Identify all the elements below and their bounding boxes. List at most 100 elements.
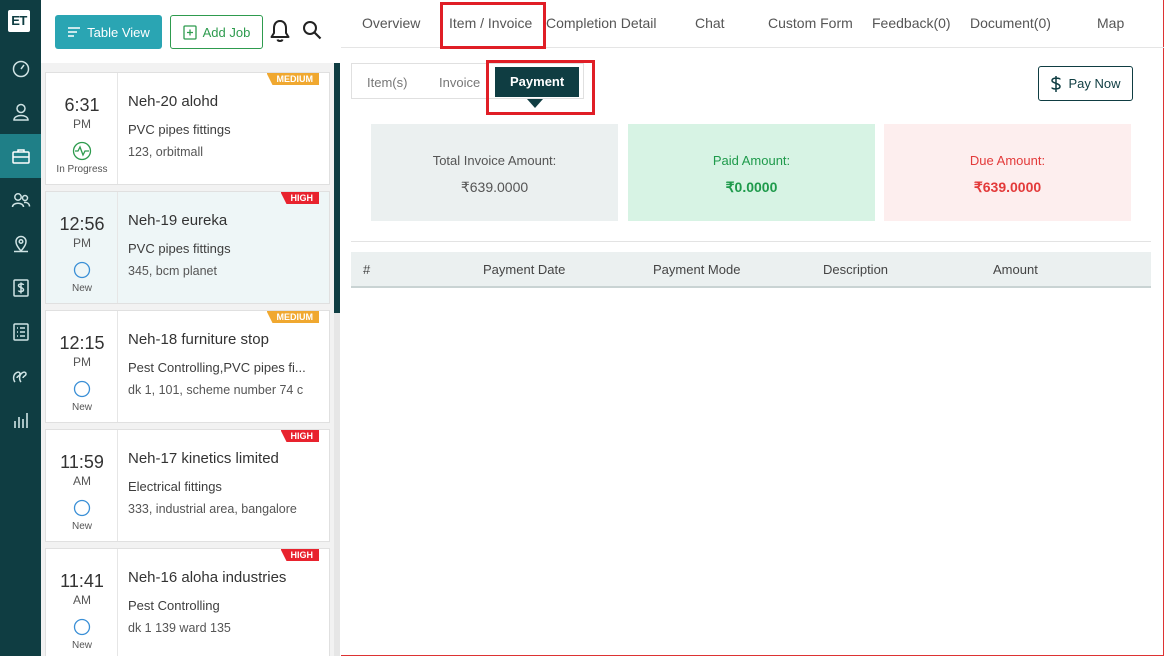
add-job-button[interactable]: Add Job (170, 15, 263, 49)
job-time: 12:56 (59, 214, 105, 234)
payments-table-header: # Payment Date Payment Mode Description … (351, 252, 1151, 288)
job-card[interactable]: 12:15 PM New Neh-18 furniture stop Pest … (45, 310, 330, 423)
feedback-icon[interactable] (0, 354, 41, 398)
priority-badge: MEDIUM (266, 73, 319, 85)
tab-overview[interactable]: Overview (362, 15, 420, 31)
in-progress-icon (72, 141, 92, 161)
job-title: Neh-17 kinetics limited (128, 450, 279, 467)
total-invoice-value: ₹639.0000 (460, 179, 529, 195)
job-time-column: 11:41 AM New (46, 549, 118, 656)
column-header-description: Description (823, 262, 889, 277)
tab-document[interactable]: Document(0) (970, 15, 1051, 31)
due-amount-label: Due Amount: (969, 153, 1046, 168)
job-time: 12:15 (59, 333, 105, 353)
section-divider (351, 241, 1151, 242)
total-invoice-label: Total Invoice Amount: (432, 153, 557, 168)
due-amount-value: ₹639.0000 (973, 179, 1042, 195)
job-time: 11:41 (60, 571, 104, 591)
job-status: New (71, 283, 92, 294)
pay-now-label: Pay Now (1068, 76, 1121, 91)
subtab-items[interactable]: Item(s) (367, 75, 407, 90)
priority-badge: MEDIUM (266, 311, 319, 323)
total-invoice-card: Total Invoice Amount: ₹639.0000 (371, 124, 618, 221)
briefcase-icon[interactable] (0, 134, 41, 178)
job-status: New (71, 640, 92, 651)
job-address: dk 1, 101, scheme number 74 c (128, 383, 304, 397)
job-time: 11:59 (60, 452, 104, 472)
dashboard-icon[interactable] (0, 46, 41, 90)
list-icon[interactable] (0, 310, 41, 354)
new-status-icon (73, 618, 91, 636)
job-title: Neh-19 eureka (128, 212, 228, 229)
job-title: Neh-16 aloha industries (128, 569, 287, 586)
job-card[interactable]: 11:41 AM New Neh-16 aloha industries Pes… (45, 548, 330, 656)
tab-map[interactable]: Map (1097, 15, 1124, 31)
job-ampm: AM (73, 474, 91, 488)
job-time-column: 6:31 PM In Progress (46, 73, 118, 184)
app-logo: ET (8, 10, 30, 32)
icon-sidebar: ET (0, 0, 41, 656)
job-title: Neh-20 alohd (128, 93, 219, 110)
priority-badge: HIGH (280, 549, 319, 561)
tab-custom-form[interactable]: Custom Form (768, 15, 853, 31)
job-ampm: PM (73, 236, 91, 250)
highlight-item-invoice-tab (440, 2, 546, 49)
job-status: New (71, 402, 92, 413)
highlight-payment-subtab (486, 60, 595, 115)
new-status-icon (73, 261, 91, 279)
paid-amount-label: Paid Amount: (712, 153, 791, 168)
job-time-column: 12:15 PM New (46, 311, 118, 422)
app-window: ET Table View Add Job 6:31 PM In Progres… (0, 0, 1164, 656)
job-list-scroll-thumb[interactable] (334, 63, 340, 313)
job-service: PVC pipes fittings (128, 241, 231, 256)
job-service: Pest Controlling,PVC pipes fi... (128, 360, 306, 375)
users-icon[interactable] (0, 178, 41, 222)
job-detail-panel: Overview Item / Invoice Completion Detai… (341, 0, 1164, 656)
column-header-amount: Amount (993, 262, 1038, 277)
map-pin-icon[interactable] (0, 222, 41, 266)
job-list-panel: Table View Add Job 6:31 PM In Progress N… (41, 0, 340, 656)
new-status-icon (73, 380, 91, 398)
user-icon[interactable] (0, 90, 41, 134)
subtab-invoice[interactable]: Invoice (439, 75, 480, 90)
job-address: 123, orbitmall (128, 145, 204, 159)
job-address: dk 1 139 ward 135 (128, 621, 231, 635)
tab-completion-detail[interactable]: Completion Detail (546, 15, 657, 31)
column-header-number: # (363, 262, 371, 277)
job-ampm: PM (73, 355, 91, 369)
add-job-label: Add Job (202, 24, 251, 40)
column-header-payment-mode: Payment Mode (653, 262, 741, 277)
search-icon[interactable] (302, 20, 322, 40)
dollar-icon[interactable] (0, 266, 41, 310)
bell-icon[interactable] (269, 19, 291, 43)
tab-feedback[interactable]: Feedback(0) (872, 15, 951, 31)
job-time: 6:31 (64, 95, 100, 115)
job-service: Electrical fittings (128, 479, 222, 494)
job-ampm: PM (73, 117, 91, 131)
priority-badge: HIGH (280, 430, 319, 442)
job-card[interactable]: 11:59 AM New Neh-17 kinetics limited Ele… (45, 429, 330, 542)
job-time-column: 11:59 AM New (46, 430, 118, 541)
list-lines-icon (68, 27, 81, 37)
job-ampm: AM (73, 593, 91, 607)
paid-amount-value: ₹0.0000 (725, 179, 778, 195)
job-service: Pest Controlling (128, 598, 220, 613)
table-view-button[interactable]: Table View (55, 15, 162, 49)
bar-chart-icon[interactable] (0, 398, 41, 442)
job-list-toolbar: Table View Add Job (41, 0, 340, 63)
new-status-icon (73, 499, 91, 517)
job-time-column: 12:56 PM New (46, 192, 118, 303)
job-service: PVC pipes fittings (128, 122, 231, 137)
column-header-payment-date: Payment Date (483, 262, 566, 277)
job-status: New (71, 521, 92, 532)
job-status: In Progress (56, 164, 108, 175)
job-title: Neh-18 furniture stop (128, 331, 269, 348)
job-card[interactable]: 6:31 PM In Progress Neh-20 alohd PVC pip… (45, 72, 330, 185)
job-card[interactable]: 12:56 PM New Neh-19 eureka PVC pipes fit… (45, 191, 330, 304)
tab-chat[interactable]: Chat (695, 15, 725, 31)
add-document-icon (182, 24, 197, 40)
priority-badge: HIGH (280, 192, 319, 204)
due-amount-card: Due Amount: ₹639.0000 (884, 124, 1131, 221)
pay-now-button[interactable]: Pay Now (1038, 66, 1133, 101)
paid-amount-card: Paid Amount: ₹0.0000 (628, 124, 875, 221)
